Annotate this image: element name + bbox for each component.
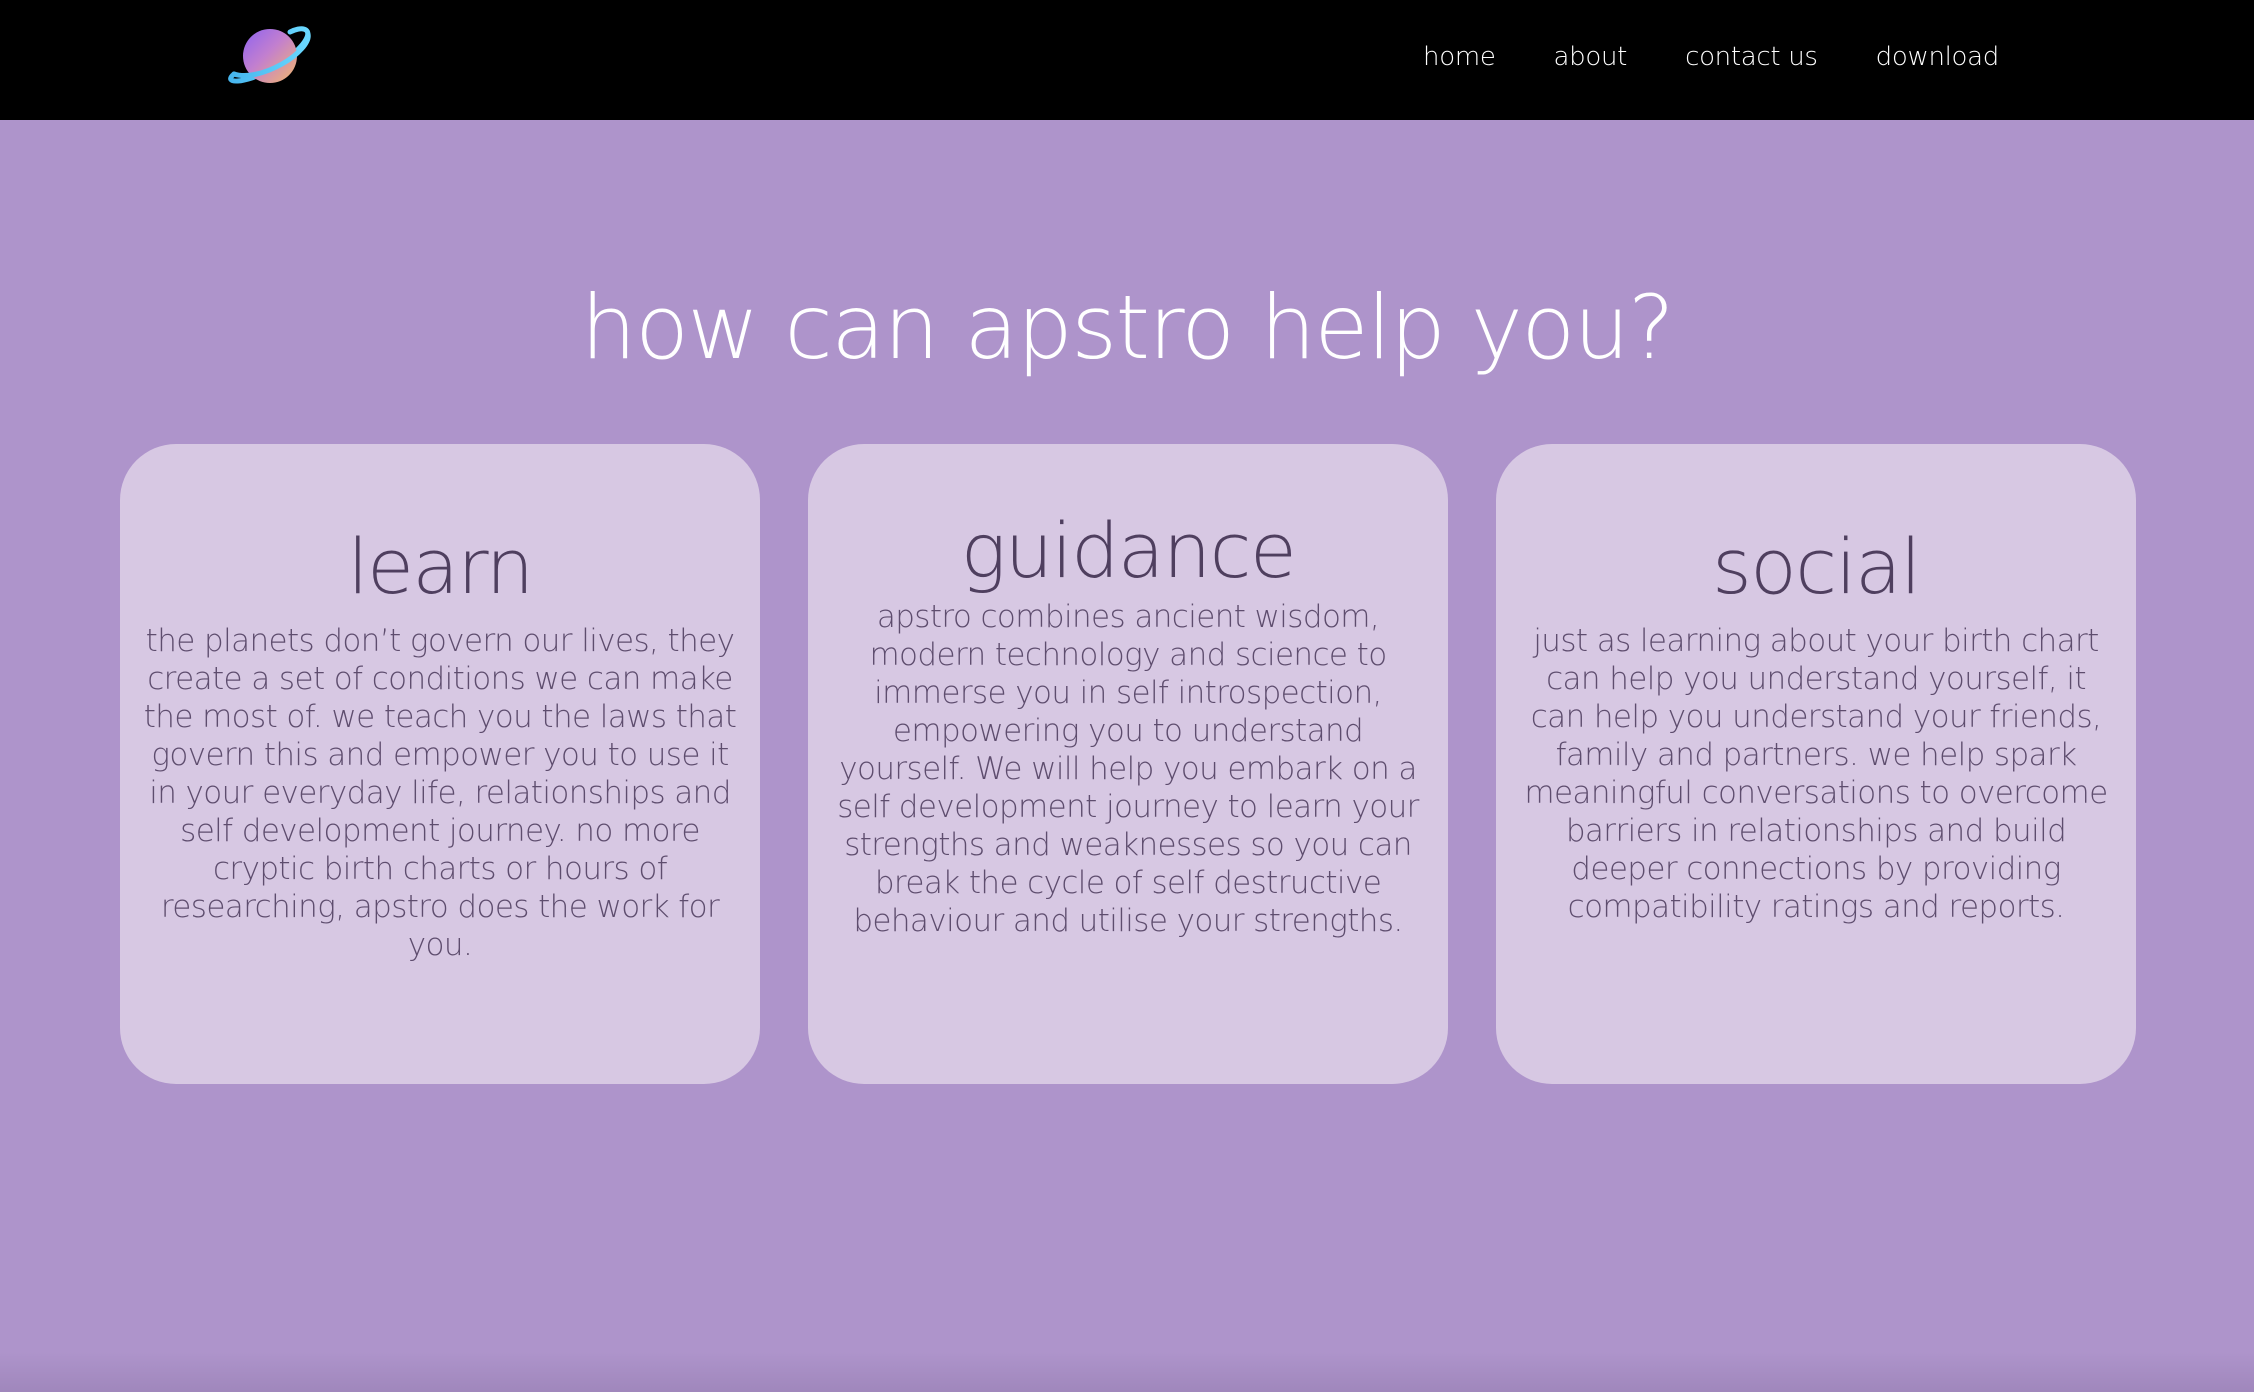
card-guidance: guidance apstro combines ancient wisdom,… bbox=[808, 444, 1448, 1084]
page-title: how can apstro help you? bbox=[580, 276, 1675, 379]
nav-link-home[interactable]: home bbox=[1423, 42, 1496, 72]
top-navbar: home about contact us download bbox=[0, 0, 2254, 120]
nav-link-about[interactable]: about bbox=[1554, 42, 1628, 72]
nav-link-download[interactable]: download bbox=[1876, 42, 2000, 72]
card-social: social just as learning about your birth… bbox=[1496, 444, 2136, 1084]
card-text-guidance: apstro combines ancient wisdom, modern t… bbox=[837, 599, 1419, 939]
nav-menu: home about contact us download bbox=[1423, 0, 1999, 114]
card-heading-social: social bbox=[1712, 522, 1921, 611]
card-learn: learn the planets don’t govern our lives… bbox=[120, 444, 760, 1084]
card-heading-learn: learn bbox=[347, 522, 534, 611]
card-text-learn: the planets don’t govern our lives, they… bbox=[143, 623, 737, 963]
card-text-social: just as learning about your birth chart … bbox=[1524, 623, 2108, 925]
card-heading-guidance: guidance bbox=[960, 506, 1297, 595]
planet-logo-icon[interactable] bbox=[224, 22, 316, 90]
bottom-shade bbox=[0, 1352, 2254, 1392]
nav-link-contact-us[interactable]: contact us bbox=[1685, 42, 1818, 72]
